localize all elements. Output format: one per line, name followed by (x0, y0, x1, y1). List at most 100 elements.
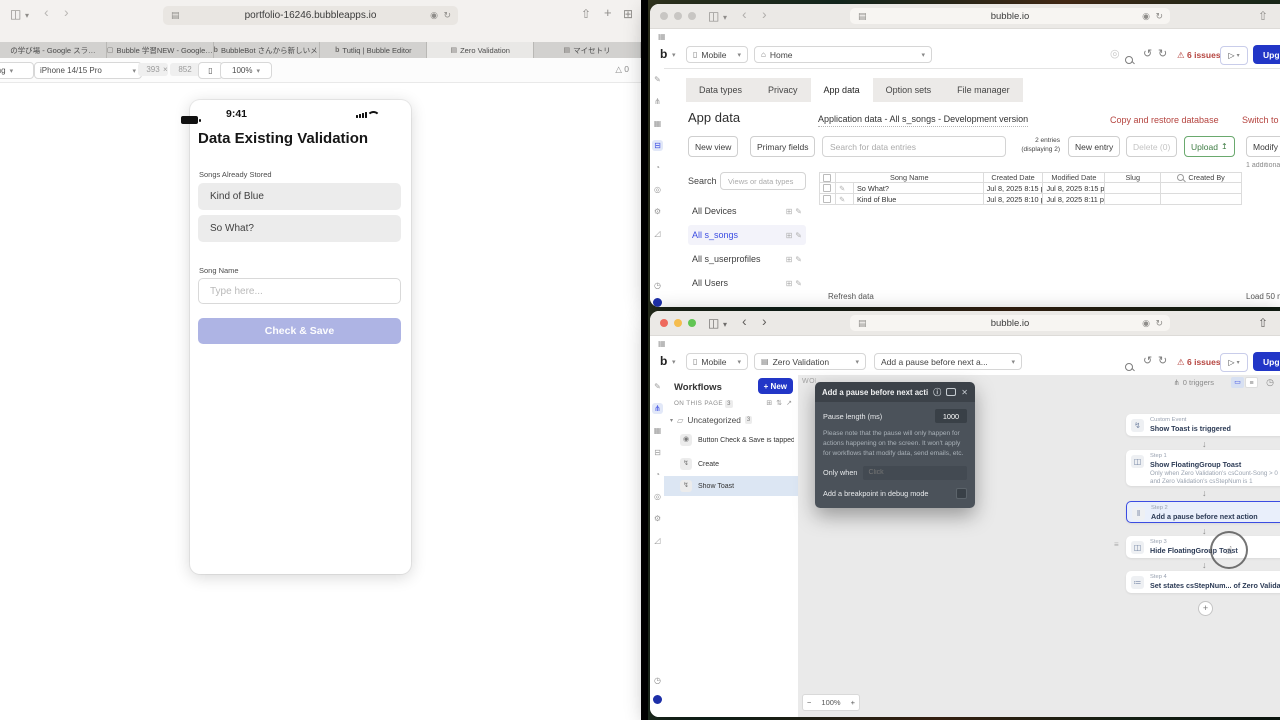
workflow-step-2-selected[interactable]: ‖ Step 2 Add a pause before next action (1126, 501, 1280, 523)
issues-badge[interactable]: ⚠ 6 issues (1177, 357, 1221, 368)
styles-icon[interactable]: ◔ (652, 469, 663, 480)
design-icon[interactable]: ✎ (652, 74, 663, 85)
copy-icon[interactable]: ⊞ (786, 231, 793, 240)
reload-icon[interactable]: ↻ (443, 10, 451, 21)
dim-circle-icon[interactable]: ◎ (1110, 48, 1120, 60)
chevron-down-icon[interactable]: ▾ (723, 319, 727, 331)
column-header[interactable]: Created By (1161, 172, 1242, 183)
workflow-item-create[interactable]: ↯ Create (664, 454, 798, 474)
components-icon[interactable]: ▦ (652, 118, 663, 129)
copy-restore-link[interactable]: Copy and restore database (1110, 115, 1219, 125)
table-row[interactable]: ✎ Kind of Blue Jul 8, 2025 8:10 pm Jul 8… (819, 194, 1242, 205)
add-step-button[interactable]: + (1198, 601, 1213, 616)
sidebar-toggle-icon[interactable]: ◫ (708, 10, 719, 22)
search-icon[interactable] (1125, 55, 1133, 64)
sidebar-toggle-icon[interactable]: ◫ (10, 8, 21, 20)
workflow-step-3[interactable]: ◫ Step 3 Hide FloatingGroup Toast (1126, 536, 1280, 558)
tab-file-manager[interactable]: File manager (944, 78, 1023, 102)
view-all-s-songs[interactable]: All s_songs ⊞ ✎ (688, 225, 806, 245)
minimize-button[interactable] (674, 12, 682, 20)
primary-fields-button[interactable]: Primary fields (750, 136, 816, 157)
drag-handle-icon[interactable]: ≡ (1114, 540, 1119, 549)
row-checkbox[interactable] (820, 183, 836, 194)
pencil-icon[interactable]: ✎ (835, 194, 854, 205)
zoom-button[interactable] (688, 319, 696, 327)
redo-icon[interactable]: ↻ (1158, 355, 1167, 367)
history-clock-icon[interactable]: ◷ (1266, 377, 1274, 388)
load-more-link[interactable]: Load 50 more (1246, 292, 1280, 301)
zoom-button[interactable] (688, 12, 696, 20)
column-header[interactable]: Song Name (835, 172, 984, 183)
tab-option-sets[interactable]: Option sets (872, 78, 945, 102)
share-icon[interactable]: ⇧ (1258, 317, 1268, 329)
new-view-button[interactable]: New view (688, 136, 739, 157)
workflow-icon[interactable]: ⋔ (652, 96, 663, 107)
data-icon[interactable]: ⊟ (652, 447, 663, 458)
pencil-icon[interactable]: ✎ (795, 207, 802, 216)
minimize-button[interactable] (674, 319, 682, 327)
preview-run-button[interactable]: ▷ ▾ (1220, 46, 1248, 65)
search-icon[interactable] (1125, 362, 1133, 371)
browser-tab[interactable]: b Tutliq | Bubble Editor (320, 42, 428, 58)
reload-icon[interactable]: ↻ (1155, 318, 1163, 329)
copy-icon[interactable]: ⊞ (786, 279, 793, 288)
workflow-step-custom-event[interactable]: ↯ Custom Event Show Toast is triggered (1126, 414, 1280, 436)
column-header[interactable]: Created Date (983, 172, 1044, 183)
back-icon[interactable]: ‹ (742, 7, 747, 21)
copy-icon[interactable]: ⊞ (786, 207, 793, 216)
design-icon[interactable]: ✎ (652, 381, 663, 392)
plugins-icon[interactable]: ◎ (652, 184, 663, 195)
views-search-input[interactable] (720, 172, 806, 190)
pencil-icon[interactable]: ✎ (835, 183, 854, 194)
help-icon[interactable] (653, 298, 662, 307)
workflow-action-select[interactable]: Add a pause before next a... ▾ (874, 353, 1022, 370)
new-folder-icon[interactable]: ⊞ (766, 399, 772, 407)
list-view-toggle[interactable]: ≡ (1245, 377, 1258, 388)
tab-overview-icon[interactable]: ⊞ (623, 8, 633, 20)
expand-icon[interactable]: ↗ (786, 399, 792, 407)
redo-icon[interactable]: ↻ (1158, 48, 1167, 60)
sidebar-toggle-icon[interactable]: ◫ (708, 317, 719, 329)
upgrade-button[interactable]: Upgrade (1253, 352, 1280, 371)
close-icon[interactable]: ✕ (961, 388, 968, 397)
share-icon[interactable]: ⇧ (1258, 10, 1268, 22)
page-select[interactable]: ▤ Zero Validation ▾ (754, 353, 866, 370)
preview-run-button[interactable]: ▷ ▾ (1220, 353, 1248, 372)
issues-indicator[interactable]: △ 0 (615, 64, 629, 75)
tab-privacy[interactable]: Privacy (755, 78, 811, 102)
undo-icon[interactable]: ↺ (1143, 355, 1152, 367)
settings-icon[interactable]: ⚙ (652, 206, 663, 217)
styles-icon[interactable]: ◔ (652, 162, 663, 173)
column-header[interactable]: Modified Date (1043, 172, 1106, 183)
upgrade-button[interactable]: Upgrade (1253, 45, 1280, 64)
address-bar[interactable]: ▤ portfolio-16246.bubbleapps.io ◉ ↻ (163, 6, 458, 25)
workflow-step-1[interactable]: ◫ Step 1 Show FloatingGroup Toast Only w… (1126, 450, 1280, 486)
select-all-checkbox[interactable] (820, 172, 836, 183)
forward-icon[interactable]: › (762, 314, 767, 328)
only-when-input[interactable] (863, 465, 967, 480)
zoom-out-button[interactable]: − (807, 698, 811, 707)
delete-button[interactable]: Delete (0) (1126, 136, 1178, 157)
upload-button[interactable]: Upload ↥ (1184, 136, 1235, 157)
view-all-users[interactable]: All Users ⊞ ✎ (688, 273, 806, 293)
close-button[interactable] (660, 319, 668, 327)
close-button[interactable] (660, 12, 668, 20)
info-icon[interactable]: ⓘ (933, 387, 941, 398)
responsive-mode-select[interactable]: ing ▾ (0, 62, 34, 79)
data-search-input[interactable] (822, 136, 1006, 157)
browser-tab[interactable]: bBubbleBot さんから新しいメッ… (213, 42, 321, 58)
undo-icon[interactable]: ↺ (1143, 48, 1152, 60)
new-tab-icon[interactable]: + (604, 6, 612, 19)
forward-icon[interactable]: › (762, 7, 767, 21)
data-icon[interactable]: ⊟ (652, 140, 663, 151)
bubble-logo[interactable]: b (660, 47, 667, 61)
settings-icon[interactable]: ⚙ (652, 513, 663, 524)
pause-length-input[interactable] (935, 409, 967, 423)
breakpoint-checkbox[interactable] (956, 487, 967, 499)
switch-live-link[interactable]: Switch to live database (1242, 115, 1280, 125)
back-icon[interactable]: ‹ (44, 5, 49, 19)
zoom-in-button[interactable]: + (851, 698, 855, 707)
back-icon[interactable]: ‹ (742, 314, 747, 328)
address-bar[interactable]: ▤ bubble.io ◉ ↻ (850, 315, 1170, 331)
viewport-height-field[interactable]: 852 (170, 63, 200, 76)
